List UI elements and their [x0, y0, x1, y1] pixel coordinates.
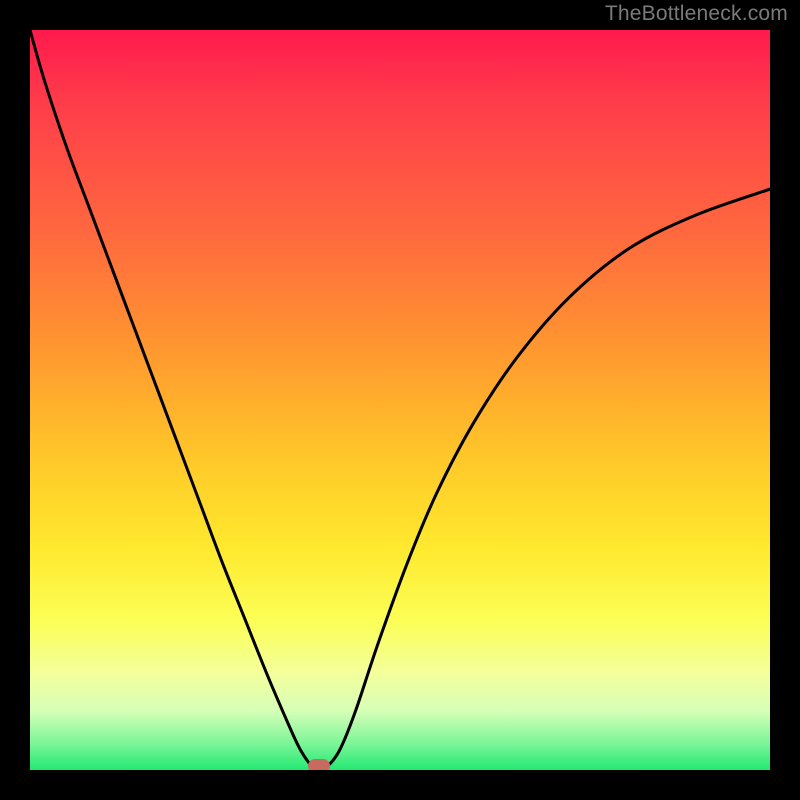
plot-area	[30, 30, 770, 770]
watermark-text: TheBottleneck.com	[605, 2, 788, 26]
minimum-marker-icon	[308, 759, 330, 770]
bottleneck-curve	[30, 30, 770, 770]
chart-frame: TheBottleneck.com	[0, 0, 800, 800]
